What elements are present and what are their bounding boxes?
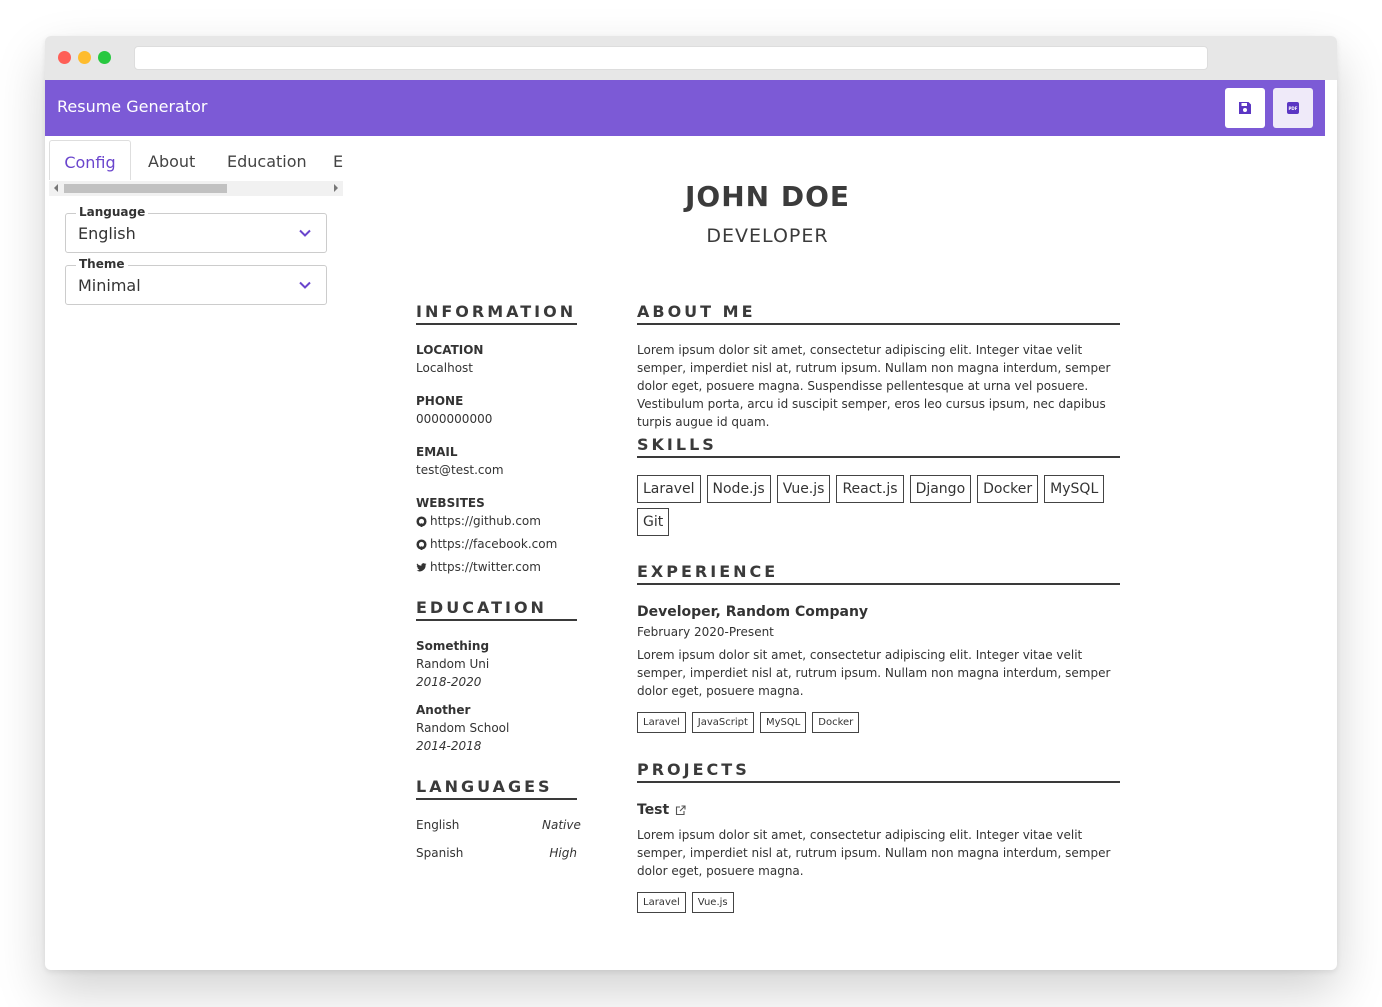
language-name: English [416, 818, 460, 832]
resume-name: JOHN DOE [684, 180, 850, 213]
experience-tag: Laravel [637, 712, 686, 733]
about-heading: ABOUT ME [637, 302, 1120, 325]
education-school: Random School [416, 721, 510, 735]
education-degree: Another [416, 703, 471, 717]
skill-chip: React.js [836, 475, 904, 503]
maximize-window-dot[interactable] [98, 51, 111, 64]
email-value: test@test.com [416, 463, 504, 477]
skill-chip: Django [909, 475, 972, 503]
email-label: EMAIL [416, 445, 458, 459]
phone-label: PHONE [416, 394, 464, 408]
skill-chip: MySQL [1044, 475, 1105, 503]
address-bar[interactable] [134, 46, 1208, 70]
skills-list: Laravel Node.js Vue.js React.js Django D… [637, 475, 1117, 536]
language-name: Spanish [416, 846, 464, 860]
save-button[interactable] [1225, 88, 1265, 128]
theme-select[interactable]: Theme Minimal [65, 257, 327, 305]
theme-label: Theme [76, 257, 128, 271]
project-tags: Laravel Vue.js [637, 892, 734, 913]
theme-value: Minimal [78, 276, 141, 295]
project-title: Test [637, 802, 670, 818]
twitter-icon [416, 562, 427, 571]
website-url: https://twitter.com [430, 560, 541, 574]
resume-role: DEVELOPER [706, 225, 829, 247]
experience-text: Lorem ipsum dolor sit amet, consectetur … [637, 648, 1111, 698]
education-school: Random Uni [416, 657, 490, 671]
experience-heading: EXPERIENCE [637, 562, 1120, 585]
information-heading: INFORMATION [416, 302, 577, 325]
scroll-left-icon[interactable] [54, 184, 58, 192]
close-window-dot[interactable] [58, 51, 71, 64]
tab-experience[interactable]: E [333, 140, 343, 180]
education-years: 2018-2020 [416, 675, 482, 689]
experience-tags: Laravel JavaScript MySQL Docker [637, 712, 860, 733]
education-degree: Something [416, 639, 490, 653]
export-pdf-button[interactable]: PDF [1273, 88, 1313, 128]
projects-heading: PROJECTS [637, 760, 1120, 783]
website-link-github[interactable]: https://github.com [416, 514, 541, 528]
about-text: Lorem ipsum dolor sit amet, consectetur … [637, 343, 1111, 429]
experience-period: February 2020-Present [637, 625, 774, 639]
minimize-window-dot[interactable] [78, 51, 91, 64]
app-header: Resume Generator PDF [45, 80, 1325, 136]
language-select[interactable]: Language English [65, 205, 327, 253]
pdf-icon: PDF [1287, 102, 1299, 114]
website-link-twitter[interactable]: https://twitter.com [416, 560, 541, 574]
website-link-facebook[interactable]: https://facebook.com [416, 537, 557, 551]
skills-heading: SKILLS [637, 435, 1120, 458]
location-label: LOCATION [416, 343, 484, 357]
scrollbar-thumb[interactable] [64, 184, 227, 193]
website-url: https://facebook.com [430, 537, 558, 551]
tab-about[interactable]: About [148, 140, 195, 180]
websites-label: WEBSITES [416, 496, 485, 510]
skill-chip: Vue.js [776, 475, 831, 503]
project-tag: Vue.js [691, 892, 734, 913]
project-tag: Laravel [637, 892, 686, 913]
language-label: Language [76, 205, 149, 219]
chevron-down-icon [299, 281, 311, 289]
experience-tag: Docker [812, 712, 860, 733]
skill-chip: Laravel [637, 475, 701, 503]
languages-heading: LANGUAGES [416, 777, 577, 800]
website-url: https://github.com [430, 514, 541, 528]
education-years: 2014-2018 [416, 739, 482, 753]
experience-tag: JavaScript [691, 712, 754, 733]
experience-title: Developer, Random Company [637, 604, 869, 620]
github-icon [416, 538, 427, 550]
editor-tabs: Config About Education E [49, 140, 343, 180]
skill-chip: Git [637, 508, 670, 536]
project-title-link[interactable]: Test [637, 802, 686, 818]
language-level: High [549, 846, 577, 860]
chevron-down-icon [299, 229, 311, 237]
save-icon [1239, 102, 1251, 114]
browser-window: Resume Generator PDF Config About Educat… [45, 36, 1337, 970]
skill-chip: Node.js [706, 475, 771, 503]
browser-chrome [45, 36, 1337, 80]
app-title: Resume Generator [57, 97, 208, 116]
external-link-icon [676, 804, 686, 815]
tab-config[interactable]: Config [49, 140, 131, 180]
tabs-scrollbar[interactable] [49, 181, 343, 196]
location-value: Localhost [416, 361, 474, 375]
skill-chip: Docker [977, 475, 1039, 503]
language-value: English [78, 224, 136, 243]
tab-education[interactable]: Education [227, 140, 307, 180]
phone-value: 0000000000 [416, 412, 493, 426]
experience-tag: MySQL [759, 712, 807, 733]
language-level: Native [542, 818, 581, 832]
github-icon [416, 515, 427, 527]
project-text: Lorem ipsum dolor sit amet, consectetur … [637, 828, 1111, 878]
education-heading: EDUCATION [416, 598, 577, 621]
scroll-right-icon[interactable] [334, 184, 338, 192]
